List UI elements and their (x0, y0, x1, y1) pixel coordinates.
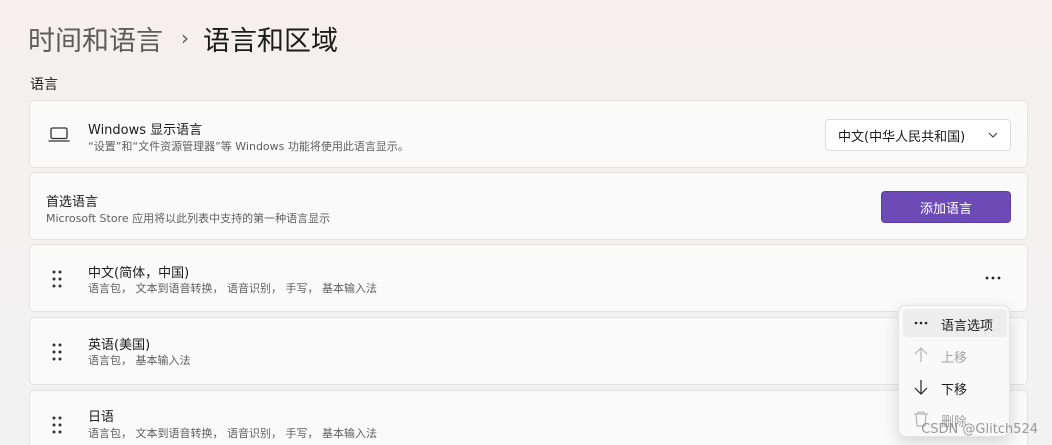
language-name: 英语(美国) (88, 338, 151, 353)
language-name: 日语 (88, 410, 115, 425)
add-language-button[interactable]: 添加语言 (881, 191, 1011, 223)
menu-item-label: 上移 (941, 351, 968, 366)
language-context-menu: 语言选项 上移 下移 删除 (898, 305, 1010, 437)
chevron-down-icon (988, 132, 998, 138)
language-row[interactable]: 中文(简体，中国) 语言包， 文本到语音转换， 语音识别， 手写， 基本输入法 (29, 244, 1028, 312)
more-options-icon[interactable] (981, 269, 1005, 287)
menu-item-label: 语言选项 (941, 319, 994, 334)
display-language-subtitle: “设置”和“文件资源管理器”等 Windows 功能将使用此语言显示。 (88, 140, 409, 153)
menu-item-move-down[interactable]: 下移 (903, 373, 1007, 401)
section-title-language: 语言 (30, 77, 58, 93)
menu-item-move-up: 上移 (903, 341, 1007, 369)
page-title: 语言和区域 (203, 25, 338, 57)
preferred-languages-subtitle: Microsoft Store 应用将以此列表中支持的第一种语言显示 (46, 212, 331, 225)
preferred-languages-card: 首选语言 Microsoft Store 应用将以此列表中支持的第一种语言显示 … (29, 172, 1028, 240)
menu-item-language-options[interactable]: 语言选项 (903, 309, 1007, 337)
language-row[interactable]: 日语 语言包， 文本到语音转换， 语音识别， 手写， 基本输入法 (29, 390, 1028, 445)
arrow-down-icon (914, 380, 928, 395)
language-features: 语言包， 文本到语音转换， 语音识别， 手写， 基本输入法 (88, 282, 377, 295)
language-name: 中文(简体，中国) (88, 266, 190, 281)
display-language-card: Windows 显示语言 “设置”和“文件资源管理器”等 Windows 功能将… (29, 100, 1028, 168)
display-language-title: Windows 显示语言 (88, 123, 203, 138)
drag-handle-icon[interactable] (52, 416, 62, 434)
watermark: CSDN @Glitch524 (921, 422, 1038, 437)
arrow-up-icon (914, 347, 928, 362)
drag-handle-icon[interactable] (52, 343, 62, 361)
display-language-dropdown[interactable]: 中文(中华人民共和国) (825, 119, 1011, 151)
breadcrumb-separator: › (181, 26, 189, 50)
breadcrumb: 时间和语言 › 语言和区域 (28, 18, 338, 58)
breadcrumb-parent-link[interactable]: 时间和语言 (28, 19, 163, 58)
laptop-icon (48, 127, 70, 142)
language-features: 语言包， 基本输入法 (88, 354, 191, 367)
display-language-value: 中文(中华人民共和国) (838, 129, 966, 145)
drag-handle-icon[interactable] (52, 270, 62, 288)
menu-item-label: 下移 (941, 383, 968, 398)
preferred-languages-title: 首选语言 (46, 195, 99, 210)
language-features: 语言包， 文本到语音转换， 语音识别， 手写， 基本输入法 (88, 427, 377, 440)
more-icon (914, 321, 928, 325)
language-row[interactable]: 英语(美国) 语言包， 基本输入法 (29, 317, 1028, 385)
